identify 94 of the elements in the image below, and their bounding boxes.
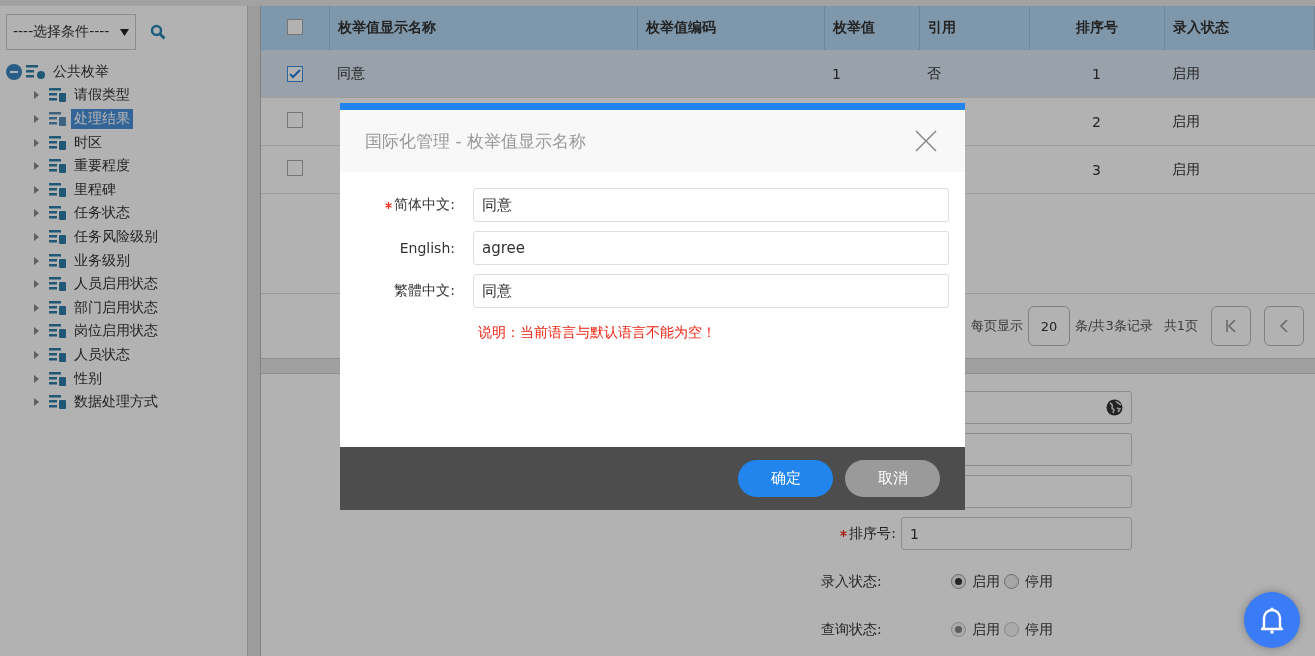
expand-arrow-icon[interactable]	[34, 209, 39, 218]
tree-item[interactable]: 性别	[71, 368, 105, 389]
list-icon	[49, 394, 67, 411]
first-page-button[interactable]	[1210, 306, 1251, 346]
expand-arrow-icon[interactable]	[34, 115, 39, 123]
settings-list-icon	[26, 63, 46, 80]
pager-label: 每页显示	[971, 317, 1023, 335]
list-icon	[49, 87, 67, 104]
list-icon	[49, 346, 67, 363]
expand-arrow-icon[interactable]	[34, 350, 39, 359]
list-icon	[49, 158, 67, 175]
table-cell: 启用	[1172, 112, 1200, 129]
list-icon	[49, 134, 67, 151]
list-icon	[49, 276, 67, 293]
expand-arrow-icon[interactable]	[34, 303, 39, 312]
table-cell: 否	[927, 64, 941, 81]
tree-item[interactable]: 业务级别	[71, 250, 133, 271]
expand-arrow-icon[interactable]	[34, 256, 39, 265]
radio-label[interactable]: 启用	[972, 572, 1000, 591]
expand-arrow-icon[interactable]	[34, 398, 39, 407]
column-header: 枚举值显示名称	[329, 6, 637, 50]
tree-item[interactable]: 人员启用状态	[71, 274, 161, 295]
dialog-title: 国际化管理 - 枚举值显示名称	[365, 129, 586, 153]
checkbox[interactable]	[287, 112, 303, 128]
table-cell: 1	[1092, 65, 1101, 82]
bell-icon	[1259, 605, 1285, 635]
checkbox[interactable]	[287, 160, 303, 176]
filter-dropdown[interactable]: ----选择条件----	[6, 14, 136, 50]
input-field[interactable]: 1	[901, 517, 1132, 550]
list-icon	[49, 181, 67, 198]
validation-note: 说明：当前语言与默认语言不能为空！	[478, 324, 717, 342]
field-label: 简体中文:	[394, 196, 455, 214]
previous-page-button[interactable]	[1263, 306, 1304, 346]
tree-item[interactable]: 数据处理方式	[71, 392, 161, 413]
field-label: 排序号:	[849, 524, 896, 543]
tree-item[interactable]: 重要程度	[71, 156, 133, 177]
search-icon[interactable]	[150, 24, 166, 40]
tree-item[interactable]: 时区	[71, 132, 105, 153]
radio-button[interactable]	[1004, 574, 1019, 589]
column-header: 录入状态	[1164, 6, 1315, 50]
tree-item[interactable]: 请假类型	[71, 85, 133, 106]
list-icon	[49, 205, 67, 222]
tree-item[interactable]: 人员状态	[71, 344, 133, 365]
list-icon	[49, 228, 67, 245]
list-icon	[49, 370, 67, 387]
column-header: 枚举值	[824, 6, 919, 50]
field-label: 繁體中文:	[394, 282, 455, 300]
table-cell: 启用	[1172, 64, 1200, 81]
input-field[interactable]: 同意	[473, 188, 949, 222]
tree-item[interactable]: 任务风险级别	[71, 226, 161, 247]
expand-arrow-icon[interactable]	[34, 232, 39, 241]
list-icon	[49, 111, 67, 127]
expand-arrow-icon[interactable]	[34, 162, 39, 171]
globe-icon[interactable]	[1106, 399, 1123, 416]
first-page-icon	[1224, 318, 1237, 334]
expand-arrow-icon[interactable]	[34, 327, 39, 336]
expand-arrow-icon[interactable]	[34, 374, 39, 383]
radio-button[interactable]	[951, 574, 966, 589]
field-label: 查询状态:	[821, 620, 883, 639]
list-icon	[49, 299, 67, 316]
column-header: 枚举值编码	[637, 6, 824, 50]
page-count: 共1页	[1163, 317, 1198, 335]
table-cell: 2	[1092, 113, 1101, 130]
previous-icon	[1277, 318, 1290, 334]
input-field[interactable]: agree	[473, 231, 949, 265]
close-icon[interactable]	[915, 130, 937, 152]
table-cell: 同意	[337, 64, 365, 81]
dropdown-caret-icon	[120, 28, 129, 36]
radio-label[interactable]: 停用	[1025, 572, 1053, 591]
tree-item[interactable]: 里程碑	[71, 179, 119, 200]
tree-item[interactable]: 部门启用状态	[71, 297, 161, 318]
expand-arrow-icon[interactable]	[34, 280, 39, 289]
expand-arrow-icon[interactable]	[34, 91, 39, 100]
table-cell: 启用	[1172, 160, 1200, 177]
field-label: English:	[399, 240, 455, 256]
checkbox[interactable]	[287, 65, 303, 82]
input-field[interactable]: 同意	[473, 274, 949, 308]
tree-item[interactable]: 岗位启用状态	[71, 321, 161, 342]
record-summary: 条/共3条记录	[1075, 317, 1153, 335]
collapse-icon[interactable]	[6, 63, 22, 80]
column-header: 排序号	[1029, 6, 1164, 50]
column-header: 引用	[919, 6, 1029, 50]
expand-arrow-icon[interactable]	[34, 185, 39, 194]
table-cell: 1	[832, 65, 841, 82]
list-icon	[49, 323, 67, 340]
tree-item[interactable]: 公共枚举	[50, 61, 112, 82]
confirm-button[interactable]: 确定	[738, 460, 833, 497]
table-cell: 3	[1092, 161, 1101, 178]
list-icon	[49, 252, 67, 269]
field-label: 录入状态:	[821, 572, 883, 591]
page-size-field[interactable]: 20	[1028, 306, 1070, 346]
checkbox[interactable]	[286, 18, 303, 35]
expand-arrow-icon[interactable]	[34, 138, 39, 147]
tree-item[interactable]: 任务状态	[71, 203, 133, 224]
